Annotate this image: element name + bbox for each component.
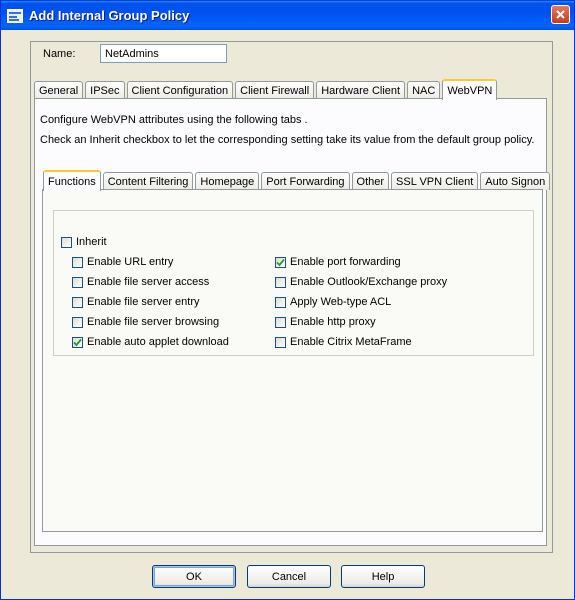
checkbox-label: Enable Outlook/Exchange proxy bbox=[290, 276, 448, 288]
tab-nac[interactable]: NAC bbox=[407, 81, 441, 99]
checkbox-label: Enable http proxy bbox=[290, 316, 376, 328]
checkbox-label: Enable auto applet download bbox=[87, 336, 229, 348]
checkbox-box bbox=[275, 296, 286, 308]
tab-webvpn[interactable]: WebVPN bbox=[442, 79, 498, 100]
apply-web-type-acl-checkbox[interactable]: Apply Web-type ACL bbox=[275, 296, 391, 308]
functions-tab-panel: Inherit Enable URL entry Enable file ser… bbox=[42, 189, 543, 532]
enable-file-server-browsing-checkbox[interactable]: Enable file server browsing bbox=[72, 316, 219, 328]
enable-file-server-access-checkbox[interactable]: Enable file server access bbox=[72, 276, 209, 288]
tab-homepage[interactable]: Homepage bbox=[195, 172, 260, 190]
close-button[interactable] bbox=[551, 5, 570, 24]
enable-file-server-entry-checkbox[interactable]: Enable file server entry bbox=[72, 296, 200, 308]
checkmark-icon bbox=[276, 258, 285, 266]
checkbox-box bbox=[72, 256, 83, 268]
checkbox-box bbox=[275, 256, 286, 268]
tab-ipsec[interactable]: IPSec bbox=[85, 81, 125, 99]
tab-functions[interactable]: Functions bbox=[43, 170, 101, 191]
dialog-body: Name: General IPSec Client Configuration… bbox=[4, 30, 571, 598]
ok-button[interactable]: OK bbox=[152, 565, 236, 588]
help-button[interactable]: Help bbox=[341, 565, 425, 588]
enable-http-proxy-checkbox[interactable]: Enable http proxy bbox=[275, 316, 376, 328]
name-label: Name: bbox=[43, 48, 76, 60]
checkbox-label: Apply Web-type ACL bbox=[290, 296, 392, 308]
checkbox-label: Enable file server entry bbox=[87, 296, 200, 308]
enable-port-forwarding-checkbox[interactable]: Enable port forwarding bbox=[275, 256, 401, 268]
title-bar[interactable]: Add Internal Group Policy bbox=[1, 1, 574, 30]
window-title: Add Internal Group Policy bbox=[29, 8, 190, 23]
checkbox-label: Inherit bbox=[76, 236, 107, 248]
checkbox-box bbox=[275, 276, 286, 288]
checkbox-box bbox=[61, 236, 72, 248]
checkbox-label: Enable URL entry bbox=[87, 256, 174, 268]
checkbox-box bbox=[72, 296, 83, 308]
webvpn-tab-panel: Configure WebVPN attributes using the fo… bbox=[34, 98, 551, 546]
checkbox-box bbox=[72, 336, 83, 348]
inherit-description: Check an Inherit checkbox to let the cor… bbox=[40, 134, 535, 146]
cancel-button[interactable]: Cancel bbox=[247, 565, 331, 588]
checkbox-box bbox=[72, 316, 83, 328]
name-input[interactable] bbox=[100, 44, 227, 63]
checkbox-label: Enable port forwarding bbox=[290, 256, 401, 268]
enable-url-entry-checkbox[interactable]: Enable URL entry bbox=[72, 256, 173, 268]
tab-ssl-vpn-client[interactable]: SSL VPN Client bbox=[391, 172, 479, 190]
webvpn-sub-tab-strip: Functions Content Filtering Homepage Por… bbox=[43, 170, 552, 191]
dialog-window: Add Internal Group Policy Name: General … bbox=[0, 0, 575, 600]
tab-client-firewall[interactable]: Client Firewall bbox=[235, 81, 315, 99]
policy-icon bbox=[7, 8, 23, 23]
tab-general[interactable]: General bbox=[34, 81, 84, 99]
tab-other[interactable]: Other bbox=[351, 172, 390, 190]
checkmark-icon bbox=[73, 338, 82, 346]
tab-client-configuration[interactable]: Client Configuration bbox=[126, 81, 234, 99]
checkbox-label: Enable Citrix MetaFrame bbox=[290, 336, 412, 348]
functions-group: Inherit Enable URL entry Enable file ser… bbox=[53, 210, 534, 356]
checkbox-label: Enable file server browsing bbox=[87, 316, 220, 328]
tab-auto-signon[interactable]: Auto Signon bbox=[480, 172, 551, 190]
webvpn-description: Configure WebVPN attributes using the fo… bbox=[40, 114, 308, 126]
checkbox-box bbox=[275, 316, 286, 328]
main-tab-strip: General IPSec Client Configuration Clien… bbox=[34, 79, 499, 100]
tab-port-forwarding[interactable]: Port Forwarding bbox=[261, 172, 350, 190]
checkbox-label: Enable file server access bbox=[87, 276, 210, 288]
tab-hardware-client[interactable]: Hardware Client bbox=[316, 81, 406, 99]
enable-auto-applet-download-checkbox[interactable]: Enable auto applet download bbox=[72, 336, 229, 348]
inherit-checkbox[interactable]: Inherit bbox=[61, 236, 107, 248]
close-icon bbox=[556, 10, 565, 19]
tab-content-filtering[interactable]: Content Filtering bbox=[102, 172, 194, 190]
content-panel: Name: General IPSec Client Configuration… bbox=[30, 41, 553, 553]
checkbox-box bbox=[275, 336, 286, 348]
enable-citrix-metaframe-checkbox[interactable]: Enable Citrix MetaFrame bbox=[275, 336, 412, 348]
checkbox-box bbox=[72, 276, 83, 288]
enable-outlook-exchange-proxy-checkbox[interactable]: Enable Outlook/Exchange proxy bbox=[275, 276, 447, 288]
